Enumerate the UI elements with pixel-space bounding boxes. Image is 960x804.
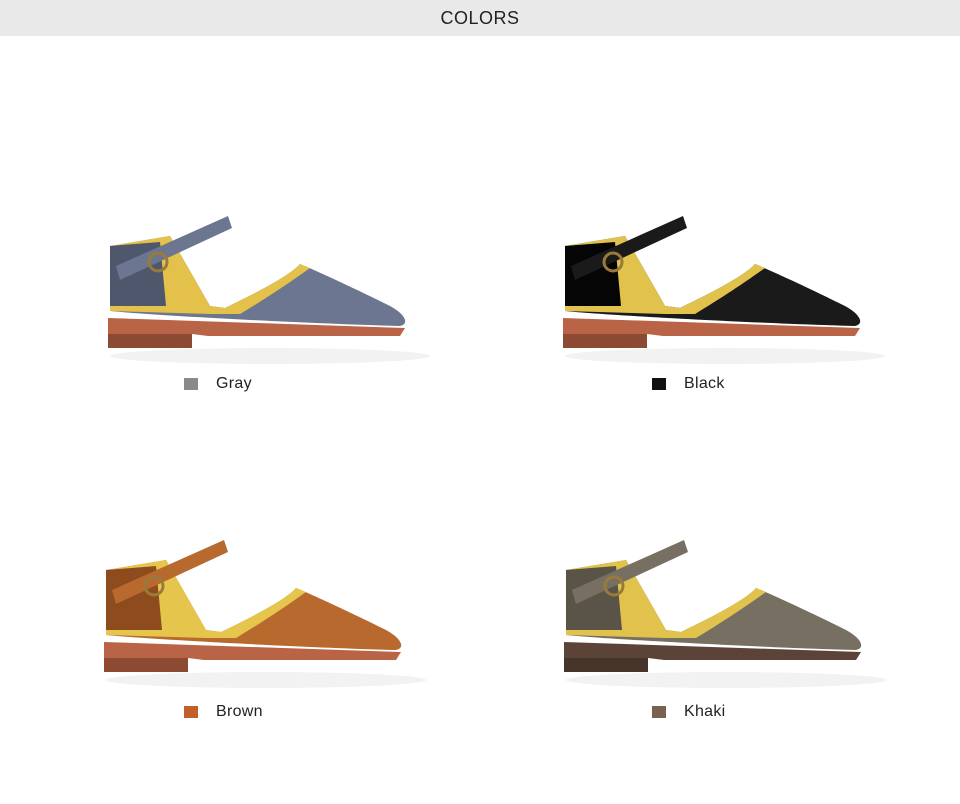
variant-card-khaki[interactable]: Khaki xyxy=(480,400,960,730)
shoe-image-brown xyxy=(96,530,436,700)
variant-name-khaki: Khaki xyxy=(684,703,726,720)
swatch-gray xyxy=(184,378,198,390)
header-title: COLORS xyxy=(440,7,520,28)
variant-label-row-black: Black xyxy=(652,374,725,394)
variant-card-gray[interactable]: Gray xyxy=(0,36,480,392)
shoe-image-khaki xyxy=(556,530,896,700)
variant-label-row-khaki: Khaki xyxy=(652,702,726,722)
variant-name-brown: Brown xyxy=(216,703,263,720)
shoe-image-black xyxy=(555,206,895,376)
variant-name-gray: Gray xyxy=(216,375,252,392)
shoe-image-gray xyxy=(100,206,440,376)
variant-name-black: Black xyxy=(684,375,725,392)
swatch-khaki xyxy=(652,706,666,718)
colors-header: COLORS xyxy=(0,0,960,36)
swatch-brown xyxy=(184,706,198,718)
swatch-black xyxy=(652,378,666,390)
variant-card-black[interactable]: Black xyxy=(480,36,960,392)
variant-label-row-gray: Gray xyxy=(184,374,252,394)
variant-card-brown[interactable]: Brown xyxy=(0,400,480,730)
variant-label-row-brown: Brown xyxy=(184,702,263,722)
